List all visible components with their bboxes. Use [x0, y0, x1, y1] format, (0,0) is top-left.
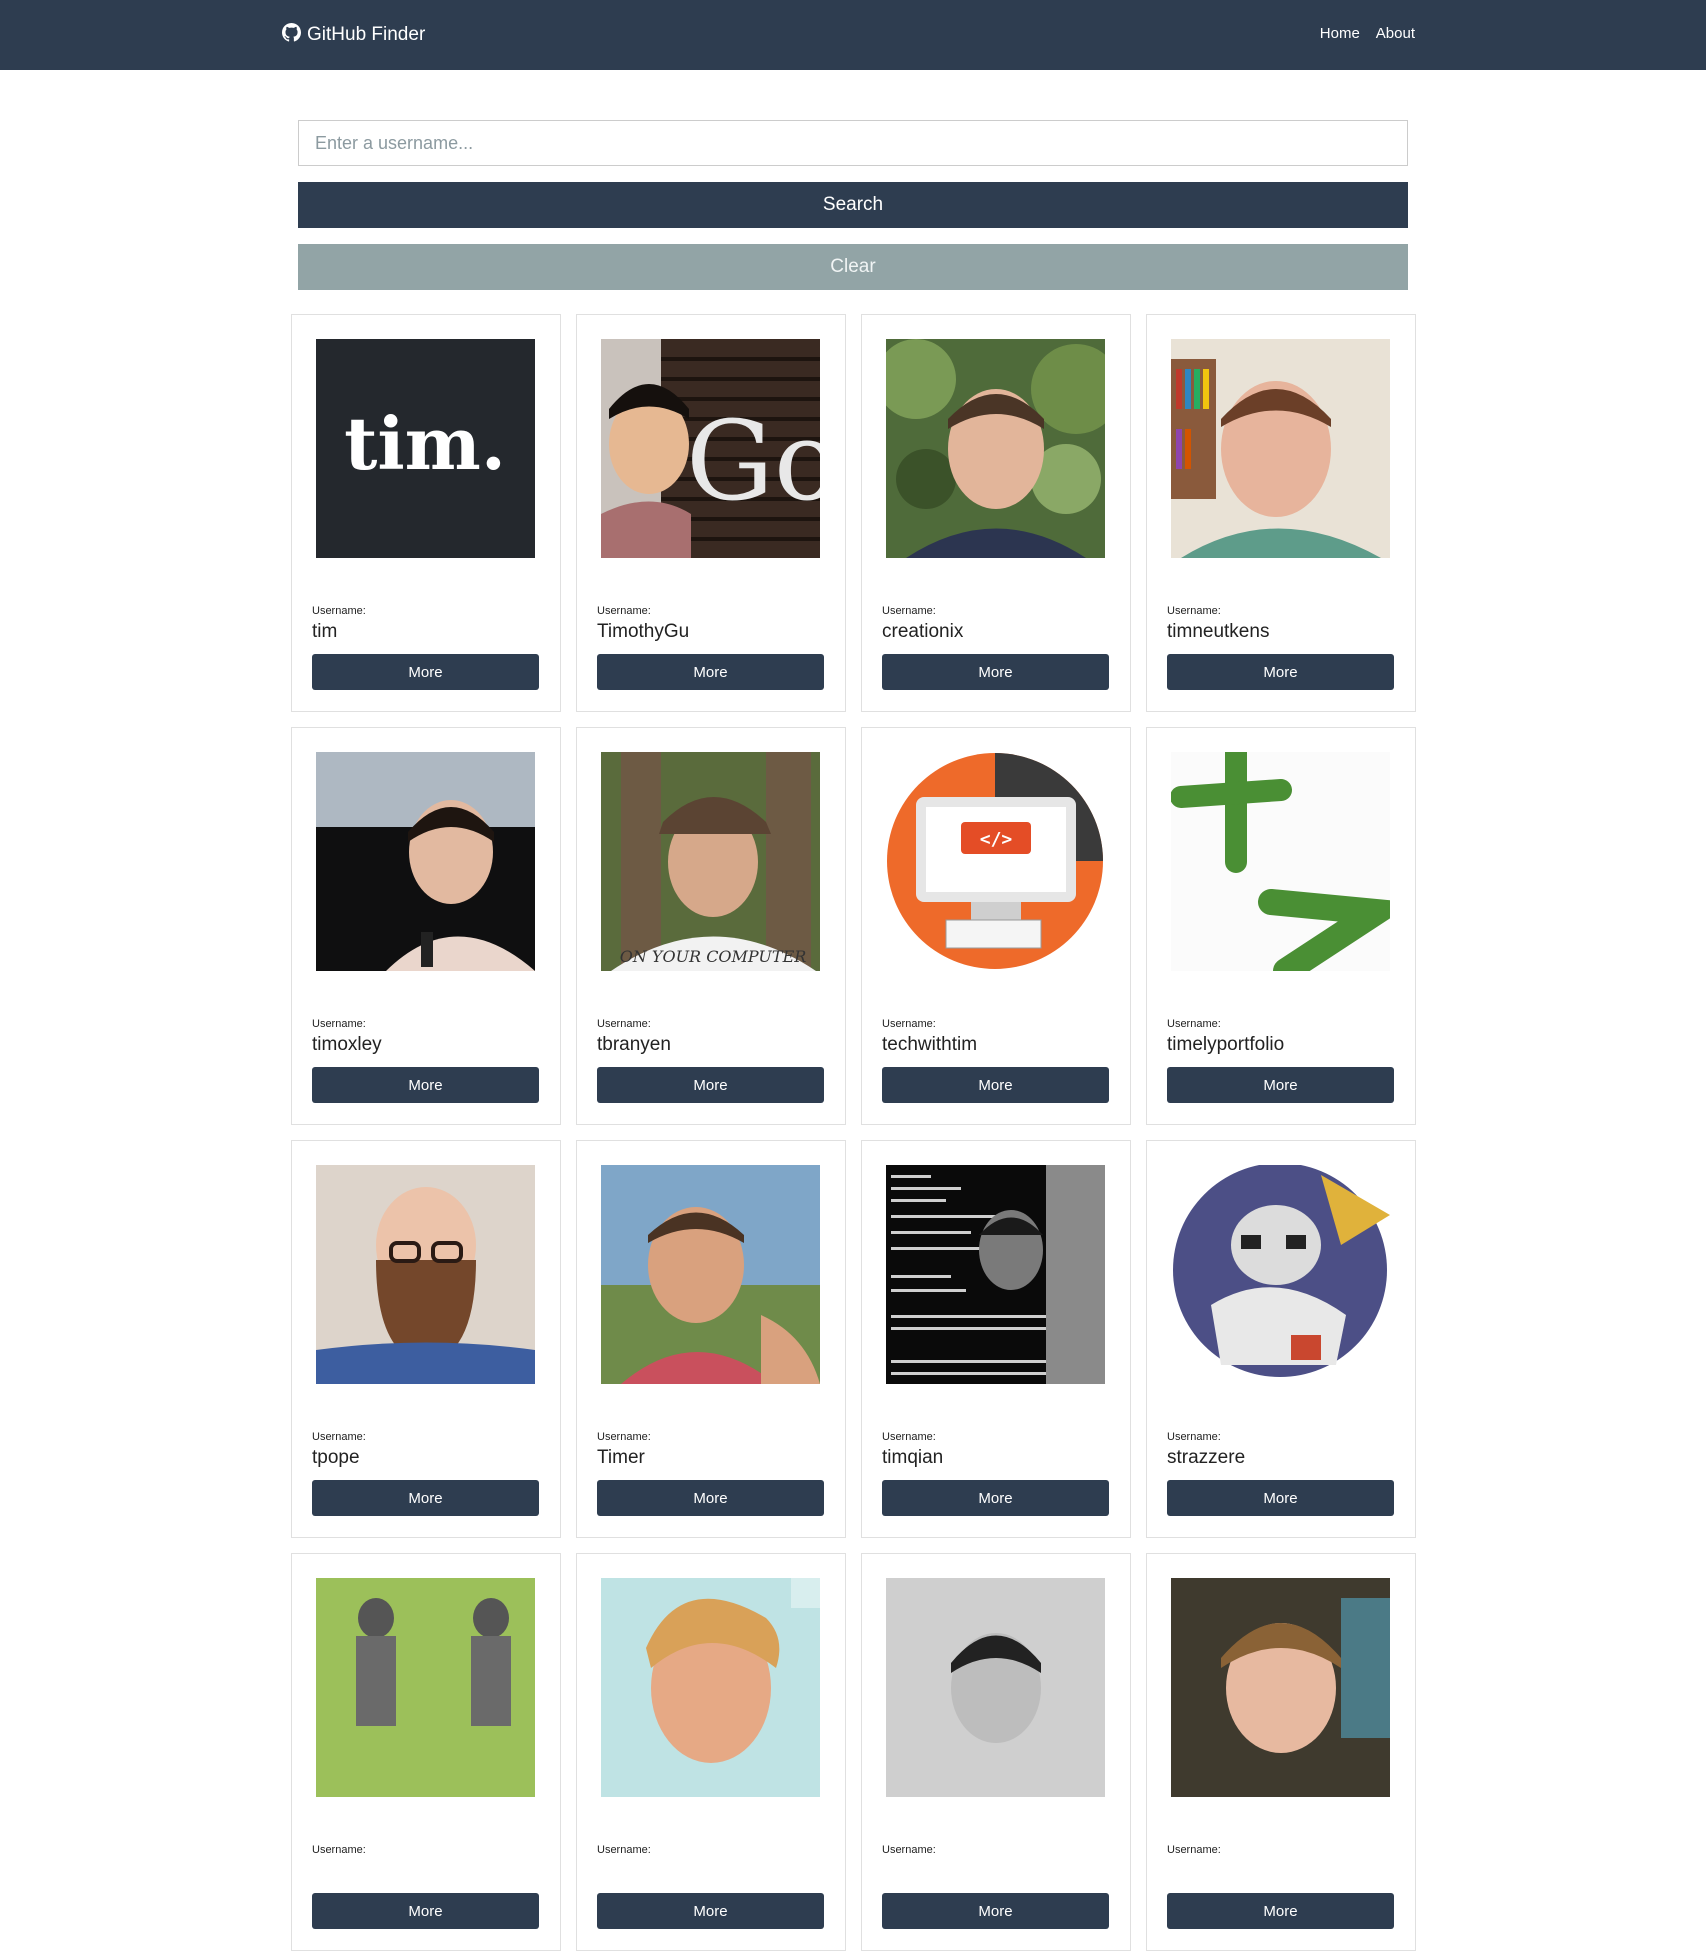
nav-links: Home About: [1320, 25, 1415, 42]
search-form: Search Clear: [298, 120, 1408, 290]
username-label: Username:: [597, 1844, 651, 1856]
user-card: </> Username: techwithtim More: [861, 727, 1131, 1125]
users-grid: tim. Username: tim More Goo: [291, 314, 1416, 1951]
more-button[interactable]: More: [597, 1893, 824, 1929]
user-card: ON YOUR COMPUTER Username: tbranyen More: [576, 727, 846, 1125]
username: tim: [312, 621, 338, 642]
avatar: [886, 1578, 1105, 1797]
search-input[interactable]: [298, 120, 1408, 166]
avatar: [886, 339, 1105, 558]
username-label: Username:: [1167, 1018, 1221, 1030]
avatar: tim.: [316, 339, 535, 558]
search-button[interactable]: Search: [298, 182, 1408, 228]
more-button[interactable]: More: [882, 1480, 1109, 1516]
avatar: [316, 1165, 535, 1384]
user-card: Username: More: [1146, 1553, 1416, 1951]
username-label: Username:: [882, 1431, 936, 1443]
brand[interactable]: GitHub Finder: [282, 21, 425, 49]
username: timneutkens: [1167, 621, 1270, 642]
avatar-sign-text: Goo: [686, 397, 820, 525]
user-card: Username: creationix More: [861, 314, 1131, 712]
more-button[interactable]: More: [1167, 1067, 1394, 1103]
username: Timer: [597, 1447, 645, 1468]
username-label: Username:: [1167, 605, 1221, 617]
username: timqian: [882, 1447, 944, 1468]
avatar: </>: [886, 752, 1105, 971]
user-card: Goo Username: TimothyGu More: [576, 314, 846, 712]
avatar: [1171, 1165, 1390, 1384]
avatar-code-text: </>: [980, 829, 1013, 850]
avatar: ON YOUR COMPUTER: [601, 752, 820, 971]
username: tbranyen: [597, 1034, 671, 1055]
more-button[interactable]: More: [312, 1480, 539, 1516]
user-card: Username: Timer More: [576, 1140, 846, 1538]
avatar: [316, 1578, 535, 1797]
nav-link-about[interactable]: About: [1376, 25, 1415, 42]
more-button[interactable]: More: [312, 654, 539, 690]
username: strazzere: [1167, 1447, 1246, 1468]
avatar: [601, 1165, 820, 1384]
user-card: Username: timneutkens More: [1146, 314, 1416, 712]
username-label: Username:: [312, 605, 366, 617]
navbar: GitHub Finder Home About: [0, 0, 1706, 70]
more-button[interactable]: More: [882, 654, 1109, 690]
more-button[interactable]: More: [597, 1480, 824, 1516]
user-card: tim. Username: tim More: [291, 314, 561, 712]
github-icon: [282, 22, 301, 48]
avatar: Goo: [601, 339, 820, 558]
username: timelyportfolio: [1167, 1034, 1285, 1055]
username: timoxley: [312, 1034, 382, 1055]
user-card: Username: timqian More: [861, 1140, 1131, 1538]
user-card: Username: More: [291, 1553, 561, 1951]
clear-button[interactable]: Clear: [298, 244, 1408, 290]
user-card: Username: timoxley More: [291, 727, 561, 1125]
more-button[interactable]: More: [312, 1067, 539, 1103]
username: creationix: [882, 621, 964, 642]
avatar: [1171, 1578, 1390, 1797]
username-label: Username:: [1167, 1431, 1221, 1443]
username-label: Username:: [312, 1844, 366, 1856]
username: TimothyGu: [597, 621, 690, 642]
more-button[interactable]: More: [1167, 1480, 1394, 1516]
more-button[interactable]: More: [882, 1893, 1109, 1929]
username-label: Username:: [597, 605, 651, 617]
username: tpope: [312, 1447, 360, 1468]
username: techwithtim: [882, 1034, 978, 1055]
avatar: [1171, 339, 1390, 558]
more-button[interactable]: More: [597, 654, 824, 690]
avatar: [886, 1165, 1105, 1384]
more-button[interactable]: More: [882, 1067, 1109, 1103]
user-card: Username: More: [861, 1553, 1131, 1951]
username-label: Username:: [597, 1431, 651, 1443]
user-card: Username: More: [576, 1553, 846, 1951]
brand-title: GitHub Finder: [307, 24, 426, 45]
username-label: Username:: [882, 1844, 936, 1856]
username-label: Username:: [882, 1018, 936, 1030]
user-card: Username: timelyportfolio More: [1146, 727, 1416, 1125]
user-card: Username: strazzere More: [1146, 1140, 1416, 1538]
more-button[interactable]: More: [597, 1067, 824, 1103]
username-label: Username:: [312, 1431, 366, 1443]
more-button[interactable]: More: [1167, 1893, 1394, 1929]
username-label: Username:: [882, 605, 936, 617]
avatar: [601, 1578, 820, 1797]
username-label: Username:: [312, 1018, 366, 1030]
avatar: [1171, 752, 1390, 971]
avatar: [316, 752, 535, 971]
more-button[interactable]: More: [312, 1893, 539, 1929]
more-button[interactable]: More: [1167, 654, 1394, 690]
avatar-shirt-text: ON YOUR COMPUTER: [620, 947, 807, 966]
username-label: Username:: [597, 1018, 651, 1030]
nav-link-home[interactable]: Home: [1320, 25, 1360, 42]
user-card: Username: tpope More: [291, 1140, 561, 1538]
avatar-logo-text: tim.: [344, 401, 506, 486]
username-label: Username:: [1167, 1844, 1221, 1856]
